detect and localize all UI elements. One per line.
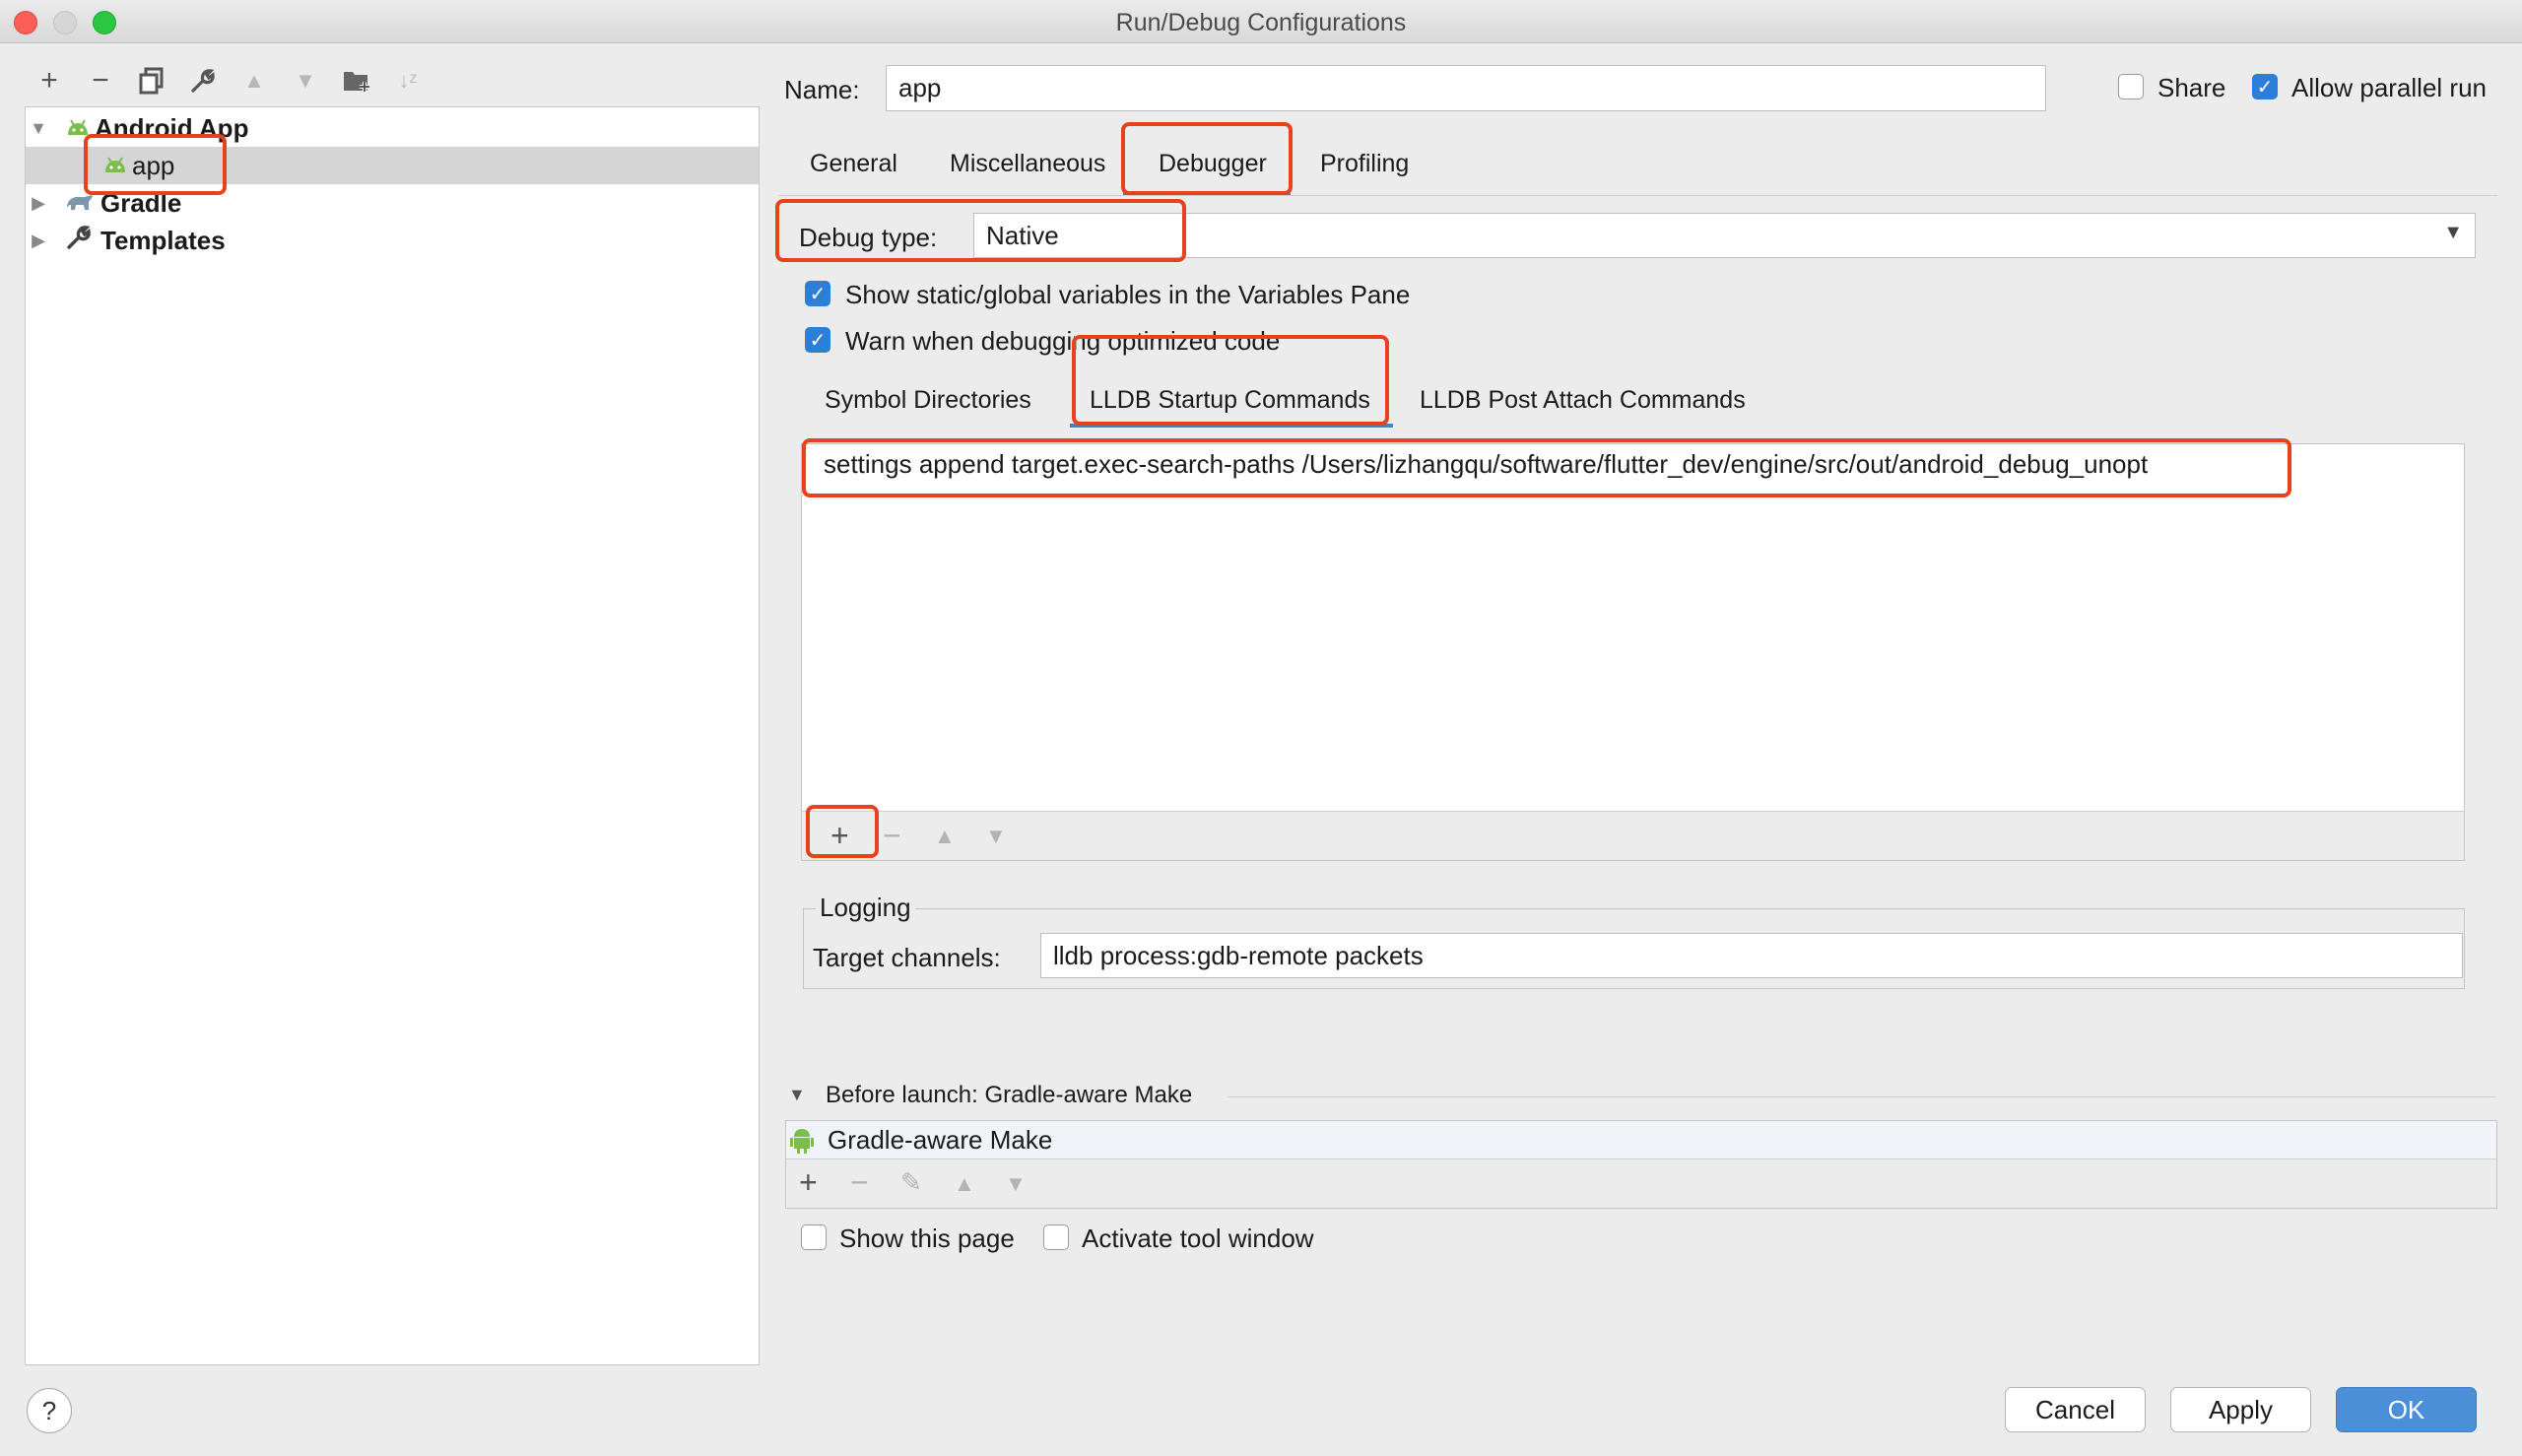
help-button[interactable]: ? — [27, 1388, 72, 1433]
annotation-highlight-add-button — [806, 805, 879, 858]
ok-button[interactable]: OK — [2336, 1387, 2477, 1432]
subtab-lldb-post-attach[interactable]: LLDB Post Attach Commands — [1420, 386, 1746, 415]
remove-task-icon[interactable]: − — [850, 1164, 869, 1201]
copy-icon[interactable] — [132, 61, 171, 100]
move-down-icon[interactable]: ▼ — [286, 61, 325, 100]
move-up-icon[interactable]: ▲ — [234, 61, 274, 100]
wrench-icon[interactable] — [183, 61, 223, 100]
before-launch-toolbar — [786, 1159, 2496, 1208]
remove-icon[interactable]: − — [81, 61, 120, 100]
warn-optimized-checkbox[interactable]: ✓ — [805, 327, 830, 353]
name-input[interactable]: app — [886, 65, 2046, 111]
share-checkbox[interactable] — [2118, 74, 2144, 99]
move-down-icon[interactable]: ▼ — [985, 824, 1007, 849]
add-icon[interactable]: + — [30, 61, 69, 100]
tree-item-label: Templates — [100, 225, 226, 255]
annotation-highlight-app — [84, 134, 227, 195]
help-icon: ? — [41, 1395, 57, 1425]
tree-item-templates[interactable]: ▶ Templates — [26, 222, 759, 259]
target-channels-input[interactable]: lldb process:gdb-remote packets — [1040, 933, 2463, 978]
share-label: Share — [2157, 73, 2226, 102]
chevron-down-icon: ▼ — [2443, 222, 2463, 243]
window-title: Run/Debug Configurations — [1115, 9, 1407, 36]
apply-button[interactable]: Apply — [2170, 1387, 2311, 1432]
before-launch-title[interactable]: Before launch: Gradle-aware Make — [826, 1082, 1192, 1109]
show-static-label: Show static/global variables in the Vari… — [845, 280, 1411, 309]
cancel-button[interactable]: Cancel — [2005, 1387, 2146, 1432]
edit-task-icon[interactable]: ✎ — [900, 1167, 922, 1198]
name-label: Name: — [784, 75, 860, 104]
annotation-highlight-lldb-startup — [1072, 335, 1389, 426]
tab-profiling[interactable]: Profiling — [1320, 150, 1409, 178]
tabs-divider — [778, 195, 2497, 196]
before-launch-item-label: Gradle-aware Make — [828, 1125, 1053, 1155]
expand-arrow-icon[interactable]: ▶ — [28, 231, 49, 251]
target-channels-label: Target channels: — [813, 943, 1001, 972]
activate-tool-label: Activate tool window — [1082, 1224, 1314, 1253]
sort-icon[interactable]: ↓ᶻ — [388, 61, 428, 100]
show-page-label: Show this page — [839, 1224, 1015, 1253]
show-page-checkbox[interactable] — [801, 1224, 827, 1250]
configuration-tree: ▼ Android App app ▶ Gradle ▶ Templates — [25, 106, 760, 1365]
move-down-icon[interactable]: ▼ — [1005, 1171, 1027, 1197]
expand-arrow-icon[interactable]: ▼ — [28, 118, 49, 139]
annotation-highlight-debug-type — [775, 199, 1186, 262]
title-bar: Run/Debug Configurations — [0, 0, 2522, 43]
wrench-icon — [65, 224, 100, 258]
collapse-arrow-icon[interactable]: ▼ — [788, 1085, 806, 1105]
remove-command-icon[interactable]: − — [883, 818, 901, 854]
logging-title: Logging — [816, 893, 915, 923]
expand-arrow-icon[interactable]: ▶ — [28, 193, 49, 214]
new-folder-icon[interactable] — [337, 61, 376, 100]
android-robot-icon — [790, 1127, 814, 1159]
tab-general[interactable]: General — [810, 150, 897, 178]
annotation-highlight-debugger-tab — [1121, 122, 1293, 195]
move-up-icon[interactable]: ▲ — [954, 1171, 975, 1197]
activate-tool-checkbox[interactable] — [1043, 1224, 1069, 1250]
subtab-symbol-directories[interactable]: Symbol Directories — [825, 386, 1031, 415]
debug-type-select[interactable]: Native ▼ — [973, 213, 2476, 258]
move-up-icon[interactable]: ▲ — [934, 824, 956, 849]
show-static-checkbox[interactable]: ✓ — [805, 281, 830, 306]
add-task-icon[interactable]: + — [799, 1164, 818, 1201]
allow-parallel-checkbox[interactable]: ✓ — [2252, 74, 2278, 99]
startup-commands-list[interactable] — [801, 443, 2465, 812]
tab-miscellaneous[interactable]: Miscellaneous — [950, 150, 1105, 178]
list-toolbar — [801, 812, 2465, 861]
annotation-highlight-command — [802, 438, 2291, 497]
allow-parallel-label: Allow parallel run — [2291, 73, 2487, 102]
before-launch-divider — [1228, 1096, 2496, 1097]
